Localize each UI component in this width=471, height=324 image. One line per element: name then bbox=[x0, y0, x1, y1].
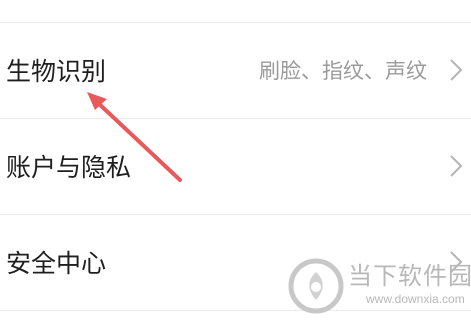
settings-item-label: 生物识别 bbox=[6, 57, 107, 86]
settings-item-account-privacy[interactable]: 账户与隐私 bbox=[0, 118, 471, 214]
downxia-logo-icon bbox=[288, 258, 344, 314]
settings-item-biometrics[interactable]: 生物识别 刷脸、指纹、声纹 bbox=[0, 22, 471, 118]
chevron-right-icon bbox=[450, 59, 463, 81]
settings-item-label: 安全中心 bbox=[6, 249, 107, 278]
settings-item-label: 账户与隐私 bbox=[6, 153, 132, 182]
settings-screen: 生物识别 刷脸、指纹、声纹 账户与隐私 安全中心 当下软件园 www.downx… bbox=[0, 0, 471, 324]
chevron-right-icon bbox=[450, 155, 463, 177]
watermark: 当下软件园 www.downxia.com bbox=[286, 254, 471, 320]
watermark-url: www.downxia.com bbox=[366, 292, 465, 306]
watermark-name: 当下软件园 bbox=[348, 262, 471, 290]
settings-item-value: 刷脸、指纹、声纹 bbox=[259, 59, 427, 83]
